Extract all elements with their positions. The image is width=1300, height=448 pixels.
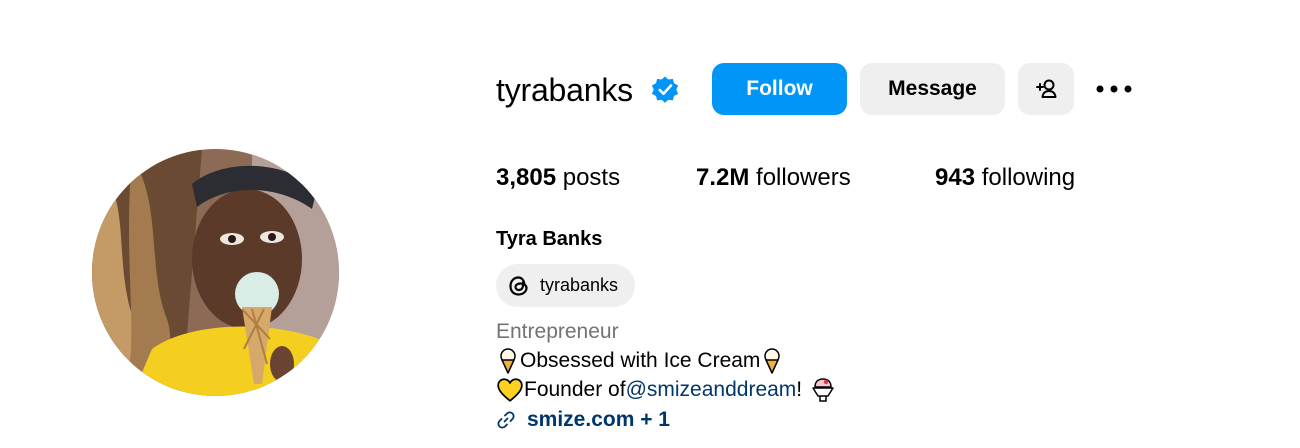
more-dots-icon [1096,85,1132,93]
following-label: following [981,164,1076,191]
message-button[interactable]: Message [860,63,1005,115]
profile-avatar[interactable] [92,149,339,396]
followers-label: followers [756,164,851,191]
bio-line-2-prefix: Founder of [524,378,626,401]
posts-count-stat: 3,805 posts [496,163,620,193]
shaved-ice-icon [812,378,834,402]
bio-line-2-suffix: ! [796,378,803,401]
bio-line-1: Obsessed with Ice Cream [496,348,784,374]
verified-badge-icon [651,76,679,103]
bio-line-1-text: Obsessed with Ice Cream [520,349,761,372]
external-link-text: smize.com + 1 [527,408,670,431]
more-options-button[interactable] [1094,74,1134,104]
posts-count: 3,805 [496,164,557,191]
ice-cream-icon [500,348,516,374]
bio-line-2: Founder of @smizeanddream ! [496,377,836,403]
smizeanddream-mention-link[interactable]: @smizeanddream [626,378,797,402]
link-icon [497,411,515,429]
suggest-users-button[interactable] [1018,63,1074,115]
follow-button[interactable]: Follow [712,63,847,115]
profile-full-name: Tyra Banks [496,228,603,250]
profile-category: Entrepreneur [496,320,619,343]
ice-cream-icon [764,348,781,374]
threads-link-badge[interactable]: tyrabanks [496,264,635,307]
following-count: 943 [935,164,976,191]
add-person-icon [1036,79,1057,98]
followers-count: 7.2M [696,164,750,191]
yellow-heart-icon [497,378,523,402]
followers-stat[interactable]: 7.2M followers [696,163,851,193]
threads-icon [509,275,528,296]
profile-username: tyrabanks [496,72,633,108]
threads-handle: tyrabanks [540,275,619,295]
posts-label: posts [562,164,621,191]
external-link[interactable]: smize.com + 1 [496,408,670,432]
following-stat[interactable]: 943 following [935,163,1075,193]
